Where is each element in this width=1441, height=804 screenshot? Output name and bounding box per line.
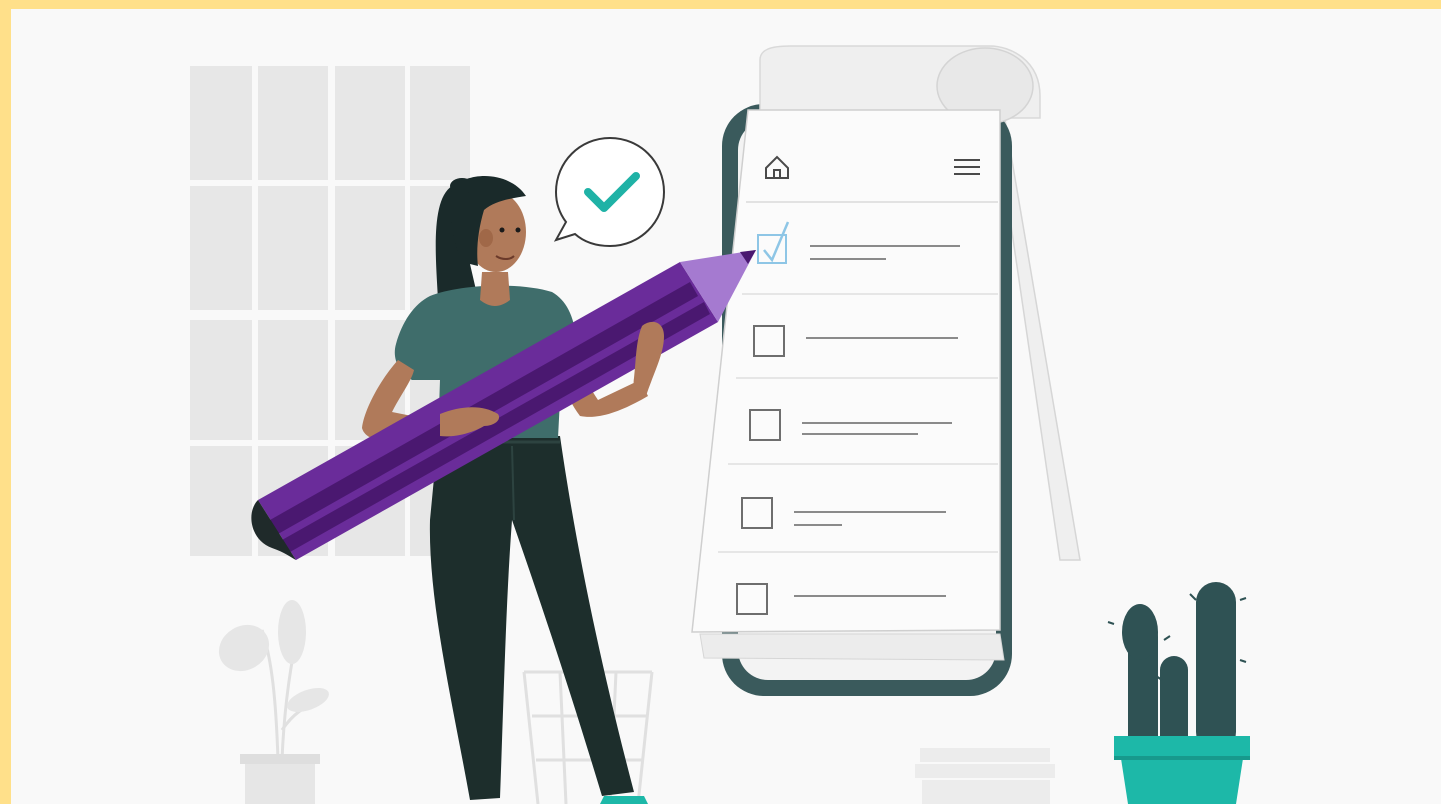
frame-border-left (0, 0, 11, 804)
book-stack (915, 748, 1055, 804)
frame-border-top (0, 0, 1441, 9)
checklist-illustration (0, 0, 1441, 804)
illustration-frame (0, 0, 1441, 804)
speech-bubble (553, 136, 666, 248)
